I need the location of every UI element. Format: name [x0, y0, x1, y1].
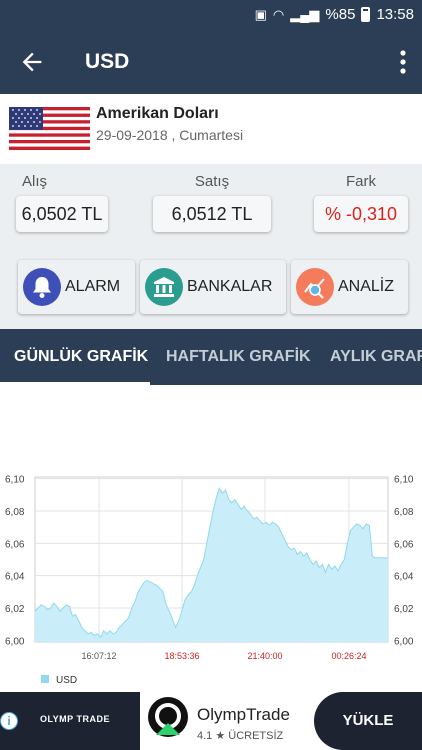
- wifi-icon: ◠: [272, 6, 285, 22]
- currency-header: Amerikan Doları 29-09-2018 , Cumartesi: [0, 94, 422, 164]
- battery-icon: [361, 7, 371, 22]
- tab-weekly[interactable]: HAFTALIK GRAFİK: [166, 348, 311, 366]
- diff-rate: Fark % -0,310: [314, 164, 408, 232]
- legend-swatch: [41, 675, 49, 683]
- currency-date: 29-09-2018 , Cumartesi: [96, 127, 244, 143]
- y-tick-label-left: 6,02: [5, 604, 25, 615]
- analysis-icon: [296, 268, 334, 306]
- ad-image[interactable]: OLYMP TRADE: [0, 692, 140, 750]
- tab-daily[interactable]: GÜNLÜK GRAFİK: [14, 348, 148, 366]
- status-bar: ▣ ◠ ▂▄▆ %85 13:58: [0, 0, 422, 30]
- x-tick-label: 16:07:12: [81, 651, 116, 661]
- currency-name: Amerikan Doları: [96, 105, 219, 122]
- ad-banner[interactable]: OLYMP TRADE i OlympTrade 4.1 ★ ÜCRETSİZ …: [0, 692, 422, 750]
- y-tick-label-left: 6,06: [5, 539, 25, 550]
- page-title: USD: [85, 50, 130, 73]
- y-tick-label-right: 6,00: [394, 636, 414, 647]
- signal-icon: ▂▄▆: [290, 6, 320, 22]
- y-tick-label-right: 6,08: [394, 507, 414, 518]
- x-tick-label: 00:26:24: [331, 651, 366, 661]
- y-tick-label-right: 6,06: [394, 539, 414, 550]
- diff-value: % -0,310: [314, 196, 408, 232]
- bell-icon: [23, 268, 61, 306]
- ad-title: OlympTrade: [197, 705, 290, 724]
- action-row: ALARM BANKALAR ANALİZ: [0, 260, 422, 316]
- sell-value: 6,0512 TL: [153, 196, 271, 232]
- y-tick-label-left: 6,08: [5, 507, 25, 518]
- buy-rate: Alış 6,0502 TL: [0, 164, 110, 232]
- price-chart[interactable]: 6,10 6,10 6,08 6,08 6,06 6,06 6,04 6,04 6,02 6,02…: [0, 385, 422, 692]
- back-arrow-icon[interactable]: [18, 48, 46, 76]
- notification-icon: ▣: [254, 6, 267, 22]
- y-tick-label-left: 6,00: [5, 636, 25, 647]
- ad-install-button[interactable]: YÜKLE: [314, 692, 422, 750]
- bank-icon: [145, 268, 183, 306]
- chart-area: 6,10 6,10 6,08 6,08 6,06 6,06 6,04 6,04 6,02 6,02…: [0, 385, 422, 692]
- y-tick-label-left: 6,04: [5, 572, 25, 583]
- us-flag-icon: [9, 107, 90, 150]
- tab-monthly[interactable]: AYLIK GRAFİK: [330, 348, 422, 366]
- chart-tabs: GÜNLÜK GRAFİK HAFTALIK GRAFİK AYLIK GRAF…: [0, 329, 422, 385]
- buy-label: Alış: [22, 173, 48, 190]
- y-tick-label-right: 6,10: [394, 475, 414, 486]
- clock: 13:58: [376, 6, 414, 23]
- ad-info-icon[interactable]: i: [0, 712, 18, 730]
- x-tick-label: 21:40:00: [247, 651, 282, 661]
- rates-panel: Alış 6,0502 TL Satış 6,0512 TL Fark % -0…: [0, 164, 422, 244]
- legend-label: USD: [56, 675, 77, 686]
- diff-label: Fark: [346, 173, 376, 190]
- olymptrade-logo-icon: [148, 697, 188, 737]
- app-bar: USD: [0, 30, 422, 94]
- alarm-label: ALARM: [65, 278, 121, 295]
- battery-percent: %85: [325, 6, 356, 23]
- analysis-button[interactable]: ANALİZ: [291, 260, 408, 314]
- ad-rating: 4.1 ★ ÜCRETSİZ: [197, 730, 284, 742]
- alarm-button[interactable]: ALARM: [18, 260, 135, 314]
- more-vert-icon[interactable]: [398, 48, 408, 76]
- y-tick-label-left: 6,10: [5, 475, 25, 486]
- y-tick-label-right: 6,04: [394, 572, 414, 583]
- x-tick-label: 18:53:36: [164, 651, 199, 661]
- sell-rate: Satış 6,0512 TL: [150, 164, 274, 232]
- banks-button[interactable]: BANKALAR: [140, 260, 286, 314]
- y-tick-label-right: 6,02: [394, 604, 414, 615]
- sell-label: Satış: [194, 173, 230, 190]
- buy-value: 6,0502 TL: [16, 196, 108, 232]
- banks-label: BANKALAR: [187, 278, 273, 295]
- analysis-label: ANALİZ: [338, 278, 395, 295]
- ad-brand-small: OLYMP TRADE: [40, 714, 111, 724]
